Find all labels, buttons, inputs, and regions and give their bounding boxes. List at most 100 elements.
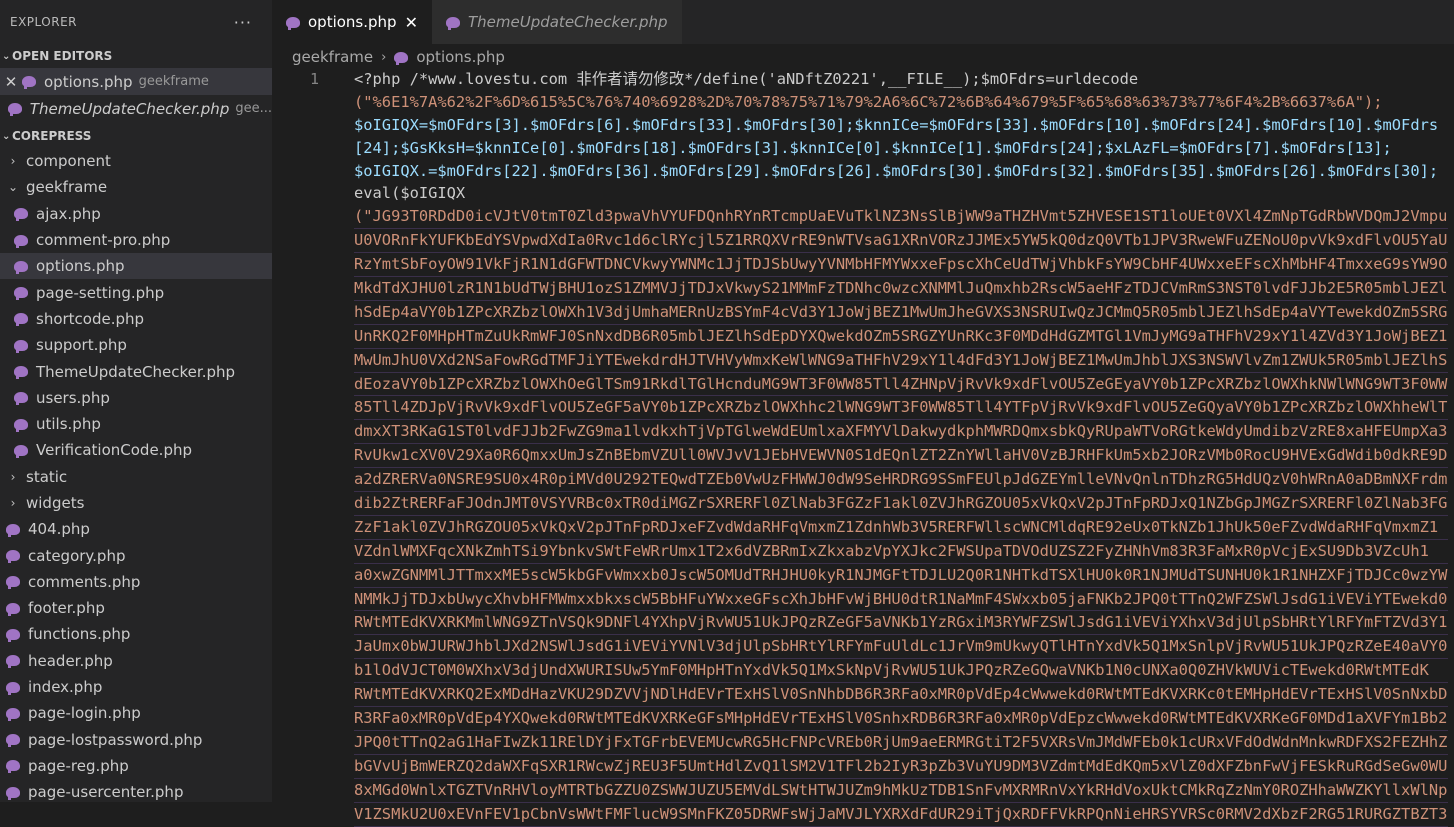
file-label: footer.php	[28, 599, 105, 618]
file-label: functions.php	[28, 625, 131, 644]
file-label: category.php	[28, 546, 126, 565]
php-file-icon	[6, 602, 20, 616]
code-content[interactable]: <?php /*www.lovestu.com 非作者请勿修改*/define(…	[354, 68, 1448, 827]
folder-static[interactable]: › static	[0, 464, 272, 490]
chevron-right-icon: ›	[10, 496, 16, 510]
php-file-icon	[14, 366, 28, 380]
php-file-icon	[394, 51, 409, 65]
file-item[interactable]: header.php	[0, 648, 272, 674]
code-line: RzYmtSbFoyOW91VkFjR1N1dGFWTDNCVkwyYWNMc1…	[354, 253, 1448, 278]
file-label: ThemeUpdateChecker.php	[36, 362, 236, 381]
folder-label: component	[26, 152, 111, 171]
code-line: 8xMGd0WnlxTGZTVnRHVloyMTRTbGZZU0ZSWWJUZU…	[354, 779, 1448, 803]
open-editors-section[interactable]: ⌄ OPEN EDITORS	[0, 44, 272, 68]
open-editor-name: ThemeUpdateChecker.php	[29, 99, 230, 118]
code-line: ("%6E1%7A%62%2F%6D%615%5C%76%740%6928%2D…	[354, 92, 1383, 111]
php-file-icon	[14, 339, 28, 353]
php-file-icon	[6, 523, 20, 537]
code-line: b1lOdVJCT0M0WXhxV3djUndXWURISUw5YmF0MHpH…	[354, 659, 1448, 684]
php-file-icon	[6, 707, 20, 721]
code-line: RWtMTEdKVXRKQ2ExMDdHazVKU29DZVVjNDlHdEVr…	[354, 683, 1448, 708]
file-item[interactable]: index.php	[0, 674, 272, 700]
explorer-title: EXPLORER	[10, 15, 77, 29]
file-item[interactable]: page-login.php	[0, 700, 272, 726]
php-file-icon	[14, 418, 28, 432]
php-file-icon	[22, 76, 36, 89]
code-line: MwUmJhU0VXd2NSaFowRGdTMFJiYTEwekdrdHJTVH…	[354, 349, 1448, 373]
open-editor-desc: geekframe	[138, 74, 209, 89]
file-item[interactable]: functions.php	[0, 621, 272, 647]
php-file-icon	[14, 392, 28, 406]
file-label: utils.php	[36, 415, 101, 434]
php-file-icon	[6, 734, 20, 748]
file-item[interactable]: footer.php	[0, 595, 272, 621]
file-label: options.php	[36, 257, 125, 276]
php-file-icon	[14, 313, 28, 327]
tab-label: ThemeUpdateChecker.php	[467, 13, 668, 31]
open-editor-item[interactable]: ThemeUpdateChecker.php gee...	[0, 95, 272, 122]
file-item[interactable]: category.php	[0, 542, 272, 568]
file-item[interactable]: page-reg.php	[0, 753, 272, 779]
php-file-icon	[14, 208, 28, 222]
more-actions-icon[interactable]: ···	[234, 13, 262, 32]
explorer-header: EXPLORER ···	[0, 0, 272, 44]
php-file-icon	[14, 444, 28, 458]
file-item[interactable]: ajax.php	[0, 201, 272, 227]
file-item[interactable]: 404.php	[0, 516, 272, 542]
close-icon[interactable]: ✕	[0, 73, 22, 91]
file-label: page-usercenter.php	[28, 783, 184, 802]
php-file-icon	[6, 628, 20, 642]
open-editors-label: OPEN EDITORS	[12, 49, 113, 63]
chevron-down-icon: ⌄	[7, 180, 19, 195]
code-line: hSdEp4aVY0b1ZPcXRZbzlOWXh1V3djUmhaMERnUz…	[354, 301, 1448, 325]
code-line: 85Tll4ZDJpVjRvVk9xdFlvOU5ZeGF5aVY0b1ZPcX…	[354, 396, 1448, 421]
file-item[interactable]: comment-pro.php	[0, 227, 272, 253]
breadcrumb-file[interactable]: options.php	[416, 48, 505, 66]
tab-options[interactable]: options.php ✕	[272, 0, 432, 44]
code-line: bGVvUjBmWERZQ2daWXFqSXR1RWcwZjREU3F5UmtH…	[354, 755, 1448, 779]
folder-widgets[interactable]: › widgets	[0, 490, 272, 516]
code-line: JaUmx0bWJURWJhblJXd2NSWlJsdG1iVEViYVNlV3…	[354, 635, 1448, 660]
file-label: page-setting.php	[36, 283, 165, 302]
folder-geekframe[interactable]: ⌄ geekframe	[0, 174, 272, 200]
tab-themeupdatechecker[interactable]: ThemeUpdateChecker.php	[431, 0, 682, 44]
code-line: R3RFa0xMR0pVdEp4YXQwekd0RWtMTEdKVXRKeGFs…	[354, 707, 1448, 731]
project-section[interactable]: ⌄ COREPRESS	[0, 124, 272, 148]
file-item[interactable]: utils.php	[0, 411, 272, 437]
code-line: RWtMTEdKVXRKMmlWNG9ZTnVSQk9DNFl4YXhpVjRv…	[354, 611, 1448, 636]
explorer-sidebar: EXPLORER ··· ⌄ OPEN EDITORS ✕ options.ph…	[0, 0, 272, 802]
code-line: UnRKQ2F0MHpHTmZuUkRmWFJ0SnNxdDB6R05mblJE…	[354, 325, 1448, 349]
folder-component[interactable]: › component	[0, 148, 272, 174]
php-file-icon	[286, 16, 300, 30]
line-number: 1	[310, 70, 320, 88]
file-item[interactable]: options.php	[0, 253, 272, 280]
php-file-icon	[445, 16, 460, 30]
code-line: RvUkw1cXV0V29Xa0R6QmxxUmJsZnBEbmVZUll0WV…	[354, 444, 1448, 469]
file-label: page-login.php	[28, 704, 141, 723]
file-item[interactable]: page-lostpassword.php	[0, 727, 272, 753]
file-item[interactable]: VerificationCode.php	[0, 437, 272, 463]
file-label: header.php	[28, 651, 113, 670]
chevron-right-icon: ›	[381, 49, 387, 65]
file-label: ajax.php	[36, 204, 101, 223]
code-line: MkdTdXJHU0lzR1N1bUdTWjBHU1ozS1ZMMVJjTDJx…	[354, 277, 1448, 301]
file-label: 404.php	[28, 520, 90, 539]
file-item[interactable]: ThemeUpdateChecker.php	[0, 358, 272, 384]
breadcrumb: geekframe › options.php	[292, 46, 505, 68]
folder-label: geekframe	[26, 178, 108, 197]
php-file-icon	[6, 576, 20, 590]
file-item[interactable]: shortcode.php	[0, 306, 272, 332]
php-file-icon	[6, 786, 20, 800]
open-editor-item[interactable]: ✕ options.php geekframe	[0, 68, 272, 95]
breadcrumb-folder[interactable]: geekframe	[292, 48, 373, 66]
file-item[interactable]: support.php	[0, 332, 272, 358]
editor-tabs: options.php ✕ ThemeUpdateChecker.php	[272, 0, 1454, 44]
code-line: $oIGIQX=$mOFdrs[3].$mOFdrs[6].$mOFdrs[33…	[354, 115, 1439, 134]
file-item[interactable]: comments.php	[0, 569, 272, 595]
file-item[interactable]: page-setting.php	[0, 279, 272, 305]
file-item[interactable]: users.php	[0, 385, 272, 411]
close-icon[interactable]: ✕	[405, 13, 418, 32]
file-label: index.php	[28, 678, 103, 697]
code-editor[interactable]: 1 <?php /*www.lovestu.com 非作者请勿修改*/defin…	[272, 68, 1454, 827]
file-item[interactable]: page-usercenter.php	[0, 779, 272, 802]
